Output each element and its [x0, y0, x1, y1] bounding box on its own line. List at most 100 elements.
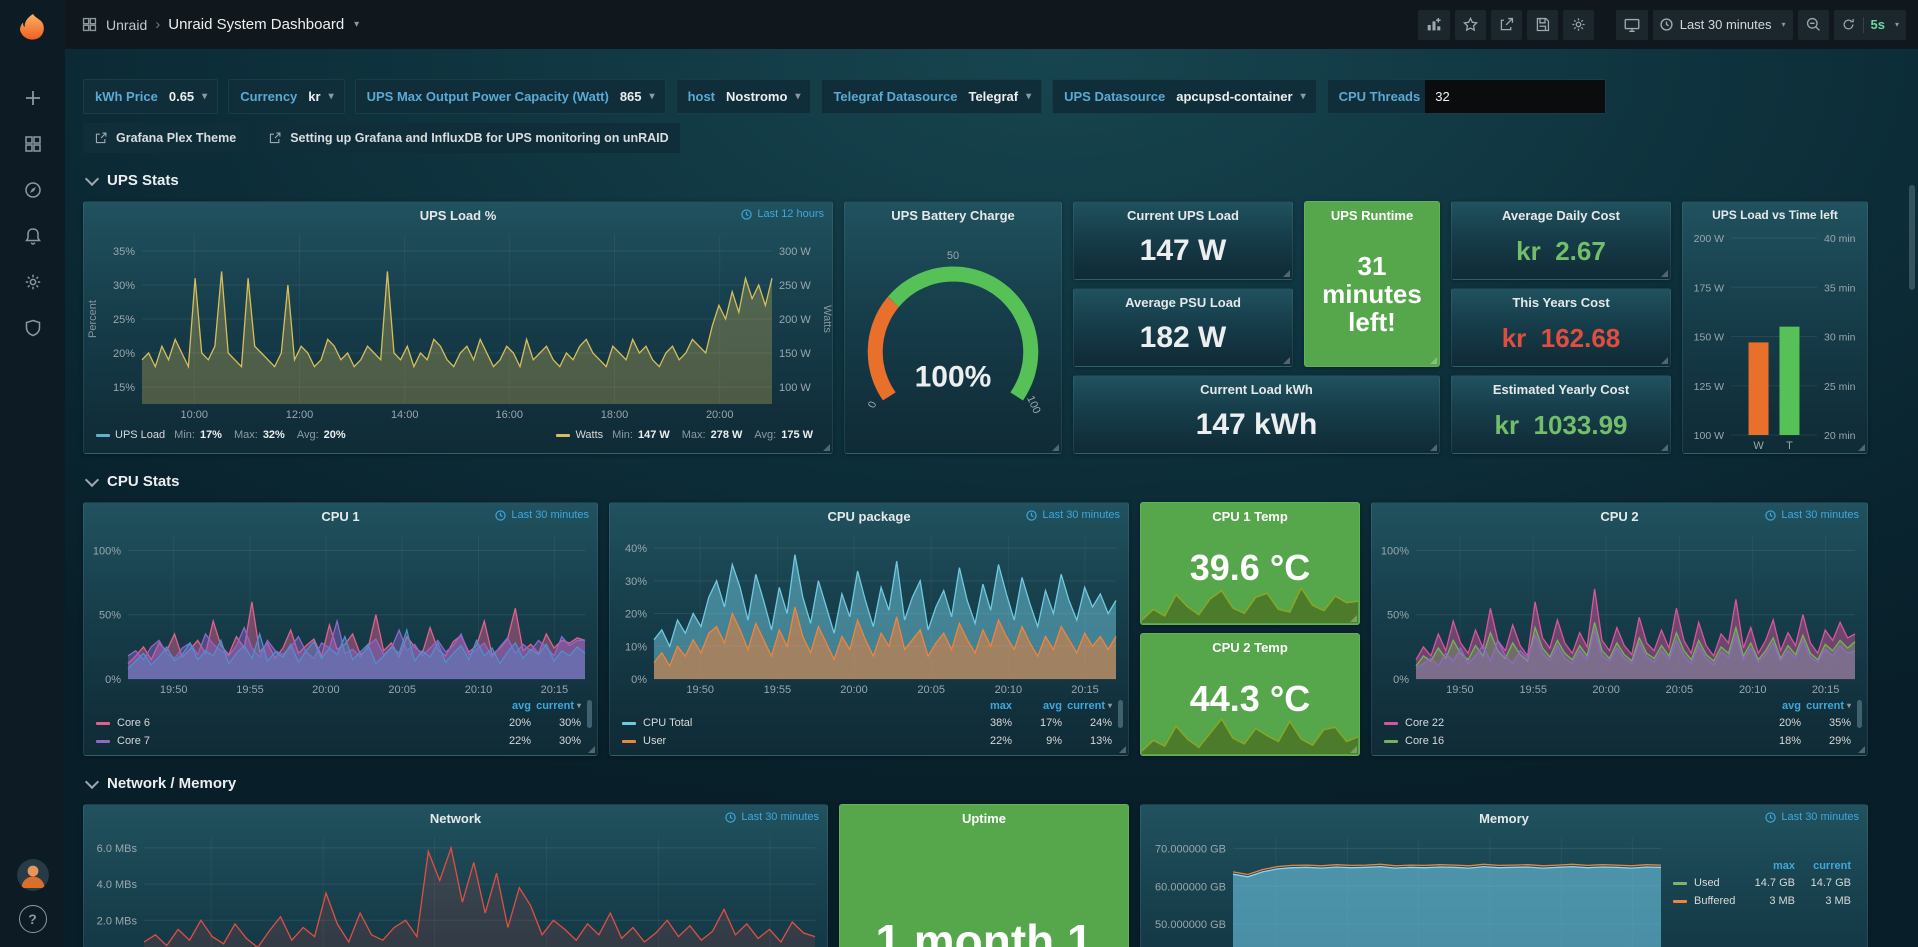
panel-title[interactable]: Estimated Yearly Cost	[1452, 376, 1670, 402]
legend-series[interactable]: Watts	[575, 429, 603, 441]
panel-resize-handle[interactable]	[1858, 444, 1865, 451]
panel-resize-handle[interactable]	[1661, 270, 1668, 277]
panel-title[interactable]: This Years Cost	[1452, 289, 1670, 315]
panel-time-range[interactable]: Last 30 minutes	[725, 811, 819, 823]
cycle-view-mode-button[interactable]	[1616, 10, 1648, 40]
cpu1-chart[interactable]: 19:5019:5520:0020:0520:1020:150%50%100%	[84, 529, 597, 697]
variable-value-dropdown[interactable]: Nostromo▾	[720, 89, 810, 104]
section-network-memory[interactable]: Network / Memory	[83, 768, 1918, 798]
legend-row[interactable]: Core 6 20% 30%	[96, 714, 581, 732]
panel-resize-handle[interactable]	[1858, 746, 1865, 753]
breadcrumb[interactable]: Unraid › Unraid System Dashboard ▾	[81, 16, 359, 33]
panel-resize-handle[interactable]	[1430, 444, 1437, 451]
panel-title[interactable]: Memory	[1141, 805, 1867, 831]
panel-title[interactable]: UPS Load %	[84, 202, 832, 228]
save-dashboard-button[interactable]	[1527, 10, 1558, 40]
time-range-picker[interactable]: Last 30 minutes ▾	[1653, 10, 1793, 40]
panel-time-range[interactable]: Last 30 minutes	[1026, 509, 1120, 521]
panel-resize-handle[interactable]	[1661, 444, 1668, 451]
panel-resize-handle[interactable]	[1350, 746, 1357, 753]
variable-value-dropdown[interactable]: apcupsd-container▾	[1170, 89, 1315, 104]
variable-host[interactable]: host Nostromo▾	[676, 79, 812, 114]
legend-row[interactable]: Core 22 20% 35%	[1384, 714, 1851, 732]
panel-title[interactable]: Average Daily Cost	[1452, 202, 1670, 228]
legend-row[interactable]: Buffered 3 MB 3 MB	[1673, 892, 1851, 910]
add-panel-button[interactable]	[1418, 10, 1450, 40]
panel-resize-handle[interactable]	[1350, 615, 1357, 622]
legend-scrollbar[interactable]	[1857, 700, 1862, 728]
panel-title[interactable]: Uptime	[840, 805, 1128, 831]
legend-row[interactable]: Core 7 22% 30%	[96, 732, 581, 750]
panel-title[interactable]: UPS Load vs Time left	[1683, 202, 1867, 228]
panel-title[interactable]: Average PSU Load	[1074, 289, 1292, 315]
help-icon[interactable]: ?	[19, 905, 47, 933]
legend-scrollbar[interactable]	[587, 700, 592, 728]
panel-resize-handle[interactable]	[588, 746, 595, 753]
variable-currency[interactable]: Currency kr▾	[228, 79, 344, 114]
cpu2-chart[interactable]: 19:5019:5520:0020:0520:1020:150%50%100%	[1372, 529, 1867, 697]
panel-resize-handle[interactable]	[1283, 357, 1290, 364]
panel-time-range[interactable]: Last 12 hours	[741, 208, 824, 220]
legend-col-header[interactable]: max	[962, 700, 1012, 712]
panel-resize-handle[interactable]	[1119, 746, 1126, 753]
explore-icon[interactable]	[12, 170, 54, 210]
bar-gauge-chart[interactable]: 100 W20 min125 W25 min150 W30 min175 W35…	[1683, 228, 1867, 453]
legend-col-header[interactable]: current▾	[1801, 700, 1851, 712]
legend-col-header[interactable]: current▾	[531, 700, 581, 712]
legend-col-header[interactable]: max	[1739, 860, 1795, 872]
page-scrollbar[interactable]	[1909, 185, 1915, 290]
panel-resize-handle[interactable]	[1661, 357, 1668, 364]
legend-series[interactable]: UPS Load	[115, 429, 165, 441]
panel-title[interactable]: Network	[84, 805, 827, 831]
breadcrumb-folder[interactable]: Unraid	[106, 17, 147, 33]
variable-value-dropdown[interactable]: kr▾	[302, 89, 343, 104]
legend-col-header[interactable]: current▾	[1062, 700, 1112, 712]
refresh-picker[interactable]: 5s ▾	[1834, 10, 1906, 40]
panel-resize-handle[interactable]	[823, 444, 830, 451]
legend-row[interactable]: Core 16 18% 29%	[1384, 732, 1851, 750]
panel-time-range[interactable]: Last 30 minutes	[1765, 509, 1859, 521]
chevron-down-icon[interactable]: ▾	[354, 19, 359, 30]
variable-value-dropdown[interactable]: 865▾	[614, 89, 665, 104]
variable-telegraf-datasource[interactable]: Telegraf Datasource Telegraf▾	[821, 79, 1042, 114]
variable-value-dropdown[interactable]: 0.65▾	[163, 89, 217, 104]
battery-gauge[interactable]: 050100100%	[845, 228, 1061, 453]
variable-kwh-price[interactable]: kWh Price 0.65▾	[83, 79, 218, 114]
cpu-threads-input[interactable]	[1425, 80, 1605, 113]
panel-resize-handle[interactable]	[1430, 357, 1437, 364]
panel-title[interactable]: UPS Runtime	[1305, 202, 1439, 228]
section-ups-stats[interactable]: UPS Stats	[83, 165, 1918, 195]
dashboards-icon[interactable]	[12, 124, 54, 164]
dashboard-title[interactable]: Unraid System Dashboard	[168, 16, 344, 33]
panel-title[interactable]: Current UPS Load	[1074, 202, 1292, 228]
share-button[interactable]	[1491, 10, 1522, 40]
link-grafana-plex-theme[interactable]: Grafana Plex Theme	[83, 123, 247, 153]
star-button[interactable]	[1455, 10, 1486, 40]
legend-col-header[interactable]: avg	[1012, 700, 1062, 712]
network-chart[interactable]: 19:5019:5520:0020:0520:1020:152.0 MBs4.0…	[84, 831, 827, 947]
panel-resize-handle[interactable]	[1052, 444, 1059, 451]
zoom-out-button[interactable]	[1798, 10, 1829, 40]
ups-load-chart[interactable]: 10:0012:0014:0016:0018:0020:0015%100 W20…	[84, 228, 832, 422]
legend-col-header[interactable]: avg	[481, 700, 531, 712]
legend-row[interactable]: CPU Total 38% 17% 24%	[622, 714, 1112, 732]
cpu-package-chart[interactable]: 19:5019:5520:0020:0520:1020:150%10%20%30…	[610, 529, 1128, 697]
legend-col-header[interactable]: avg	[1751, 700, 1801, 712]
grafana-logo-icon[interactable]	[15, 12, 51, 53]
variable-ups-max-output[interactable]: UPS Max Output Power Capacity (Watt) 865…	[355, 79, 666, 114]
panel-resize-handle[interactable]	[1283, 270, 1290, 277]
link-ups-monitoring-guide[interactable]: Setting up Grafana and InfluxDB for UPS …	[257, 123, 679, 153]
panel-time-range[interactable]: Last 30 minutes	[1765, 811, 1859, 823]
panel-title[interactable]: Current Load kWh	[1074, 376, 1439, 402]
variable-value-dropdown[interactable]: Telegraf▾	[962, 89, 1041, 104]
panel-title[interactable]: CPU 1 Temp	[1141, 503, 1359, 529]
legend-row[interactable]: User 22% 9% 13%	[622, 732, 1112, 750]
alerting-bell-icon[interactable]	[12, 216, 54, 256]
variable-ups-datasource[interactable]: UPS Datasource apcupsd-container▾	[1052, 79, 1316, 114]
create-icon[interactable]	[12, 78, 54, 118]
server-admin-shield-icon[interactable]	[12, 308, 54, 348]
user-avatar[interactable]	[17, 859, 49, 891]
legend-col-header[interactable]: current	[1795, 860, 1851, 872]
section-cpu-stats[interactable]: CPU Stats	[83, 466, 1918, 496]
legend-row[interactable]: Used 14.7 GB 14.7 GB	[1673, 874, 1851, 892]
